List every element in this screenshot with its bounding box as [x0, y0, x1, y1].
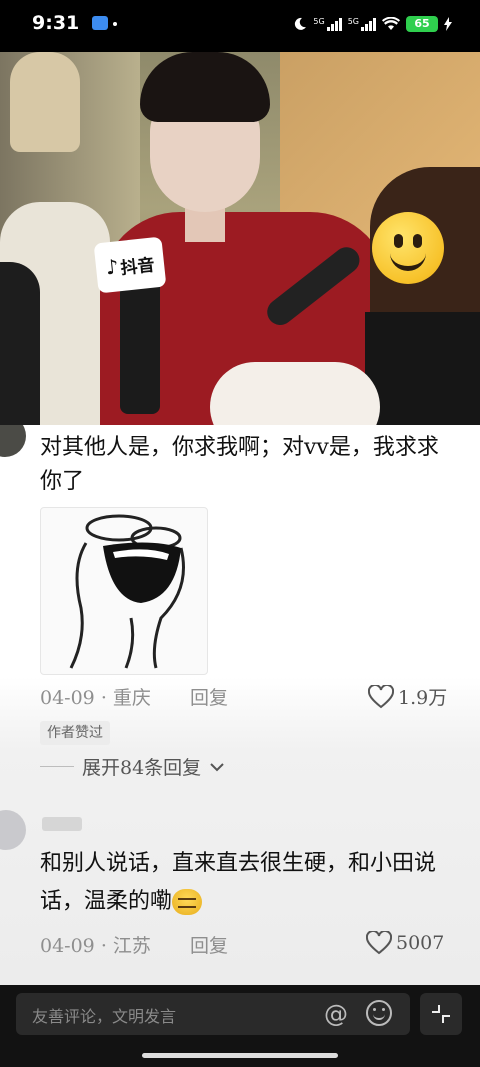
- notification-dot-icon: [113, 22, 117, 26]
- expand-replies-button[interactable]: 展开84条回复: [40, 753, 225, 780]
- comment-date: 04-09: [40, 935, 95, 957]
- squint-emoji-icon: [172, 889, 203, 915]
- like-count: 1.9万: [398, 687, 448, 709]
- like-count: 5007: [396, 932, 445, 954]
- comment-location: 江苏: [112, 935, 151, 957]
- wifi-icon: [382, 17, 400, 30]
- watermark-text: 抖音: [119, 254, 156, 279]
- emoji-picker-icon[interactable]: [366, 1000, 392, 1026]
- status-indicators: 5G 5G 65: [293, 14, 452, 34]
- status-bar: 9:31 5G 5G 65: [0, 0, 480, 48]
- person-hair: [140, 52, 270, 122]
- reply-button[interactable]: 回复: [190, 683, 228, 710]
- comment-input-bar: 友善评论，文明发言 @: [0, 985, 480, 1067]
- smiley-emoji-icon: [372, 212, 444, 284]
- comment-date: 04-09: [40, 687, 95, 709]
- battery-icon: 65: [406, 16, 438, 32]
- network-type-1: 5G: [313, 17, 325, 26]
- douyin-note-icon: ♪: [104, 254, 120, 280]
- app-notification-icon: [92, 16, 108, 30]
- network-type-2: 5G: [347, 17, 359, 26]
- comment-text-2-body: 和别人说话，直来直去很生硬，和小田说 话，温柔的嘞: [40, 851, 437, 914]
- divider-line: [40, 766, 74, 767]
- reply-button-2[interactable]: 回复: [190, 931, 228, 958]
- input-placeholder: 友善评论，文明发言: [32, 1007, 177, 1026]
- heart-icon: [368, 684, 394, 708]
- avatar[interactable]: [0, 425, 26, 457]
- blurred-username: [42, 817, 82, 831]
- avatar[interactable]: [0, 810, 26, 850]
- comment-text-2: 和别人说话，直来直去很生硬，和小田说 话，温柔的嘞: [40, 845, 480, 921]
- expand-label: 展开84条回复: [82, 757, 202, 779]
- home-indicator[interactable]: [142, 1053, 338, 1058]
- charging-icon: [444, 17, 452, 31]
- signal-icon: 5G: [313, 17, 342, 31]
- laughing-cartoon-sticker[interactable]: [40, 507, 208, 675]
- at-mention-icon[interactable]: @: [324, 1000, 348, 1028]
- woman-black-top: [365, 312, 480, 442]
- do-not-disturb-icon: [295, 17, 307, 30]
- like-button-2[interactable]: 5007: [366, 931, 444, 955]
- signal-icon-2: 5G: [348, 17, 376, 31]
- author-liked-badge: 作者赞过: [40, 721, 110, 745]
- heart-icon: [366, 931, 392, 955]
- comment-meta-2: 04-09 · 江苏: [40, 935, 151, 957]
- status-time: 9:31: [32, 12, 80, 34]
- douyin-watermark: ♪ 抖音: [93, 236, 167, 294]
- chevron-down-icon: [210, 762, 224, 771]
- collapse-icon[interactable]: [420, 993, 462, 1035]
- mural-figure: [10, 52, 80, 152]
- person-shoulder-left: [0, 262, 40, 442]
- like-button[interactable]: 1.9万: [368, 683, 447, 710]
- video-player[interactable]: ♪ 抖音: [0, 52, 480, 442]
- comment-location: 重庆: [112, 687, 151, 709]
- comment-meta: 04-09 · 重庆: [40, 687, 151, 709]
- comment-text: 对其他人是，你求我啊；对vv是，我求求 你了: [40, 435, 439, 494]
- comment-input[interactable]: 友善评论，文明发言 @: [16, 993, 410, 1035]
- comments-panel: 对其他人是，你求我啊；对vv是，我求求 你了 04-09 · 重庆 回复 1.9…: [0, 425, 480, 985]
